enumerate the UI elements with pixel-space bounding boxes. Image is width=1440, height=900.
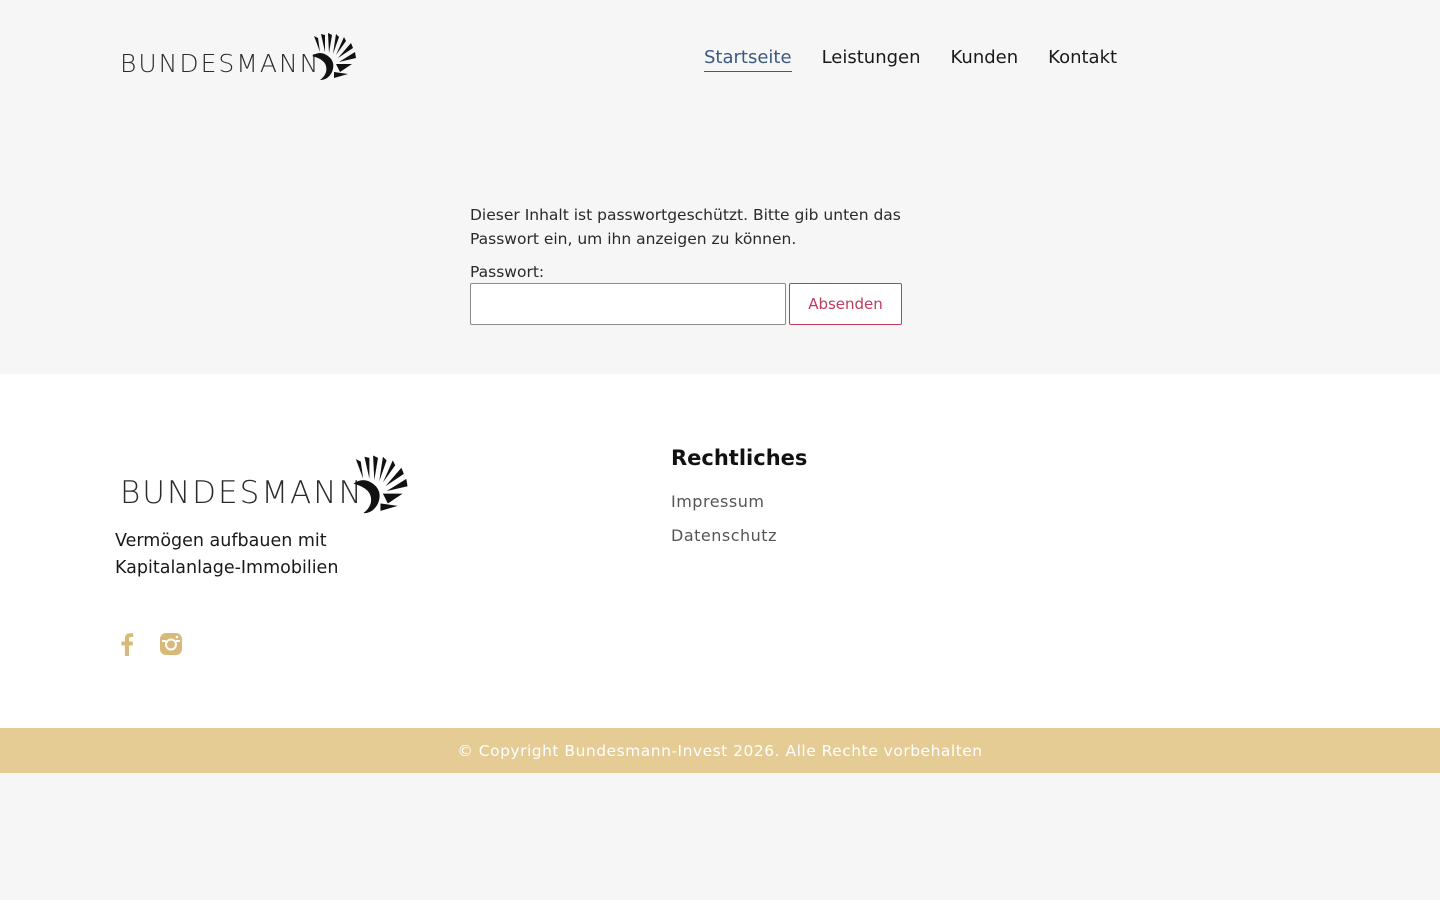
legal-heading: Rechtliches xyxy=(671,446,808,470)
copyright-text: © Copyright Bundesmann-Invest 2026. Alle… xyxy=(457,741,983,760)
instagram-icon[interactable] xyxy=(159,632,183,656)
nav-item-startseite[interactable]: Startseite xyxy=(704,45,792,72)
nav-item-kontakt[interactable]: Kontakt xyxy=(1048,45,1117,72)
nav-item-leistungen[interactable]: Leistungen xyxy=(822,45,921,72)
eagle-wing-icon xyxy=(353,455,408,514)
header-logo[interactable]: BUNDESMANN xyxy=(120,32,358,82)
eagle-wing-icon xyxy=(312,33,357,80)
site-footer: BUNDESMANN Vermögen aufbauen mit Kapital… xyxy=(0,374,1440,728)
site-header: BUNDESMANN Startseite Leistungen Kunden … xyxy=(0,0,1440,120)
password-input[interactable] xyxy=(470,283,786,325)
logo-text: BUNDESMANN xyxy=(120,49,321,78)
footer-logo-text: BUNDESMANN xyxy=(120,475,364,511)
social-links xyxy=(115,632,183,656)
nav-item-kunden[interactable]: Kunden xyxy=(951,45,1019,72)
impressum-link[interactable]: Impressum xyxy=(671,490,807,514)
password-label: Passwort: xyxy=(470,263,545,281)
password-protected-content: Dieser Inhalt ist passwortgeschützt. Bit… xyxy=(470,203,940,325)
datenschutz-link[interactable]: Datenschutz xyxy=(671,524,807,548)
facebook-icon[interactable] xyxy=(115,632,139,656)
copyright-bar: © Copyright Bundesmann-Invest 2026. Alle… xyxy=(0,728,1440,773)
legal-section: Rechtliches Impressum Datenschutz xyxy=(671,444,807,548)
footer-tagline: Vermögen aufbauen mit Kapitalanlage-Immo… xyxy=(115,531,339,578)
submit-button[interactable]: Absenden xyxy=(789,283,902,325)
password-form-row: Absenden xyxy=(470,283,940,325)
password-notice: Dieser Inhalt ist passwortgeschützt. Bit… xyxy=(470,206,901,248)
footer-logo[interactable]: BUNDESMANN xyxy=(120,454,410,516)
main-nav: Startseite Leistungen Kunden Kontakt xyxy=(704,45,1117,72)
